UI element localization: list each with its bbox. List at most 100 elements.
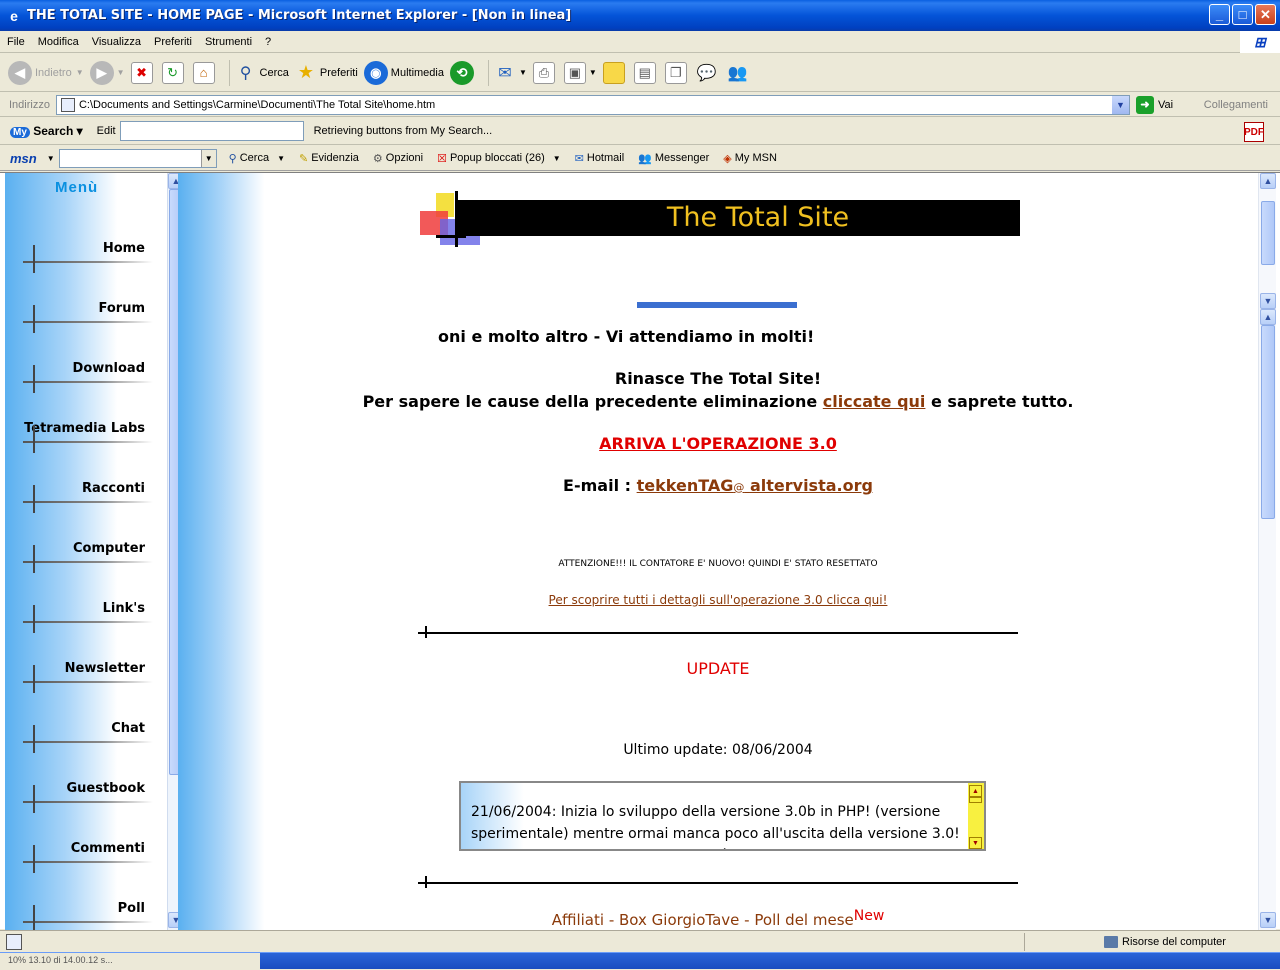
- sidebar-item-commenti[interactable]: Commenti: [23, 841, 163, 873]
- sidebar-item-poll[interactable]: Poll: [23, 901, 163, 930]
- divider: [418, 882, 1018, 884]
- affiliati-link[interactable]: Affiliati: [552, 911, 604, 929]
- sidebar-item-racconti[interactable]: Racconti: [23, 481, 163, 513]
- sidebar-item-computer[interactable]: Computer: [23, 541, 163, 573]
- maximize-button[interactable]: □: [1232, 4, 1253, 25]
- sidebar-item-download[interactable]: Download: [23, 361, 163, 393]
- menu-divider-tick: [33, 545, 35, 573]
- scrolling-marquee: oni e molto altro - Vi attendiamo in mol…: [438, 327, 815, 346]
- stop-icon: ✖: [130, 61, 153, 84]
- email-link[interactable]: tekkenTAG@ altervista.org: [637, 476, 873, 495]
- news-scrollbar[interactable]: ▲ ▼: [968, 783, 984, 849]
- operation-link[interactable]: ARRIVA L'OPERAZIONE 3.0: [599, 434, 837, 453]
- page-scroll-thumb-top[interactable]: [1261, 201, 1275, 265]
- history-button[interactable]: ⟲: [449, 60, 477, 85]
- news-date: 21/06/2004: [471, 804, 552, 820]
- discuss-button[interactable]: 💬: [696, 62, 721, 84]
- scroll-down-button[interactable]: ▼: [168, 912, 178, 928]
- mail-button[interactable]: ✉ ▼: [494, 62, 527, 84]
- scroll-up-button[interactable]: ▲: [168, 173, 178, 189]
- msn-options-button[interactable]: ⚙ Opzioni: [373, 152, 423, 165]
- edit-page-button[interactable]: ▣ ▼: [563, 61, 597, 84]
- address-input[interactable]: C:\Documents and Settings\Carmine\Docume…: [55, 94, 1130, 115]
- news-box[interactable]: 21/06/2004: Inizia lo sviluppo della ver…: [459, 781, 986, 851]
- folder-button[interactable]: [602, 61, 628, 84]
- back-arrow-icon: ◀: [8, 60, 32, 85]
- page-scroll-thumb[interactable]: [1261, 325, 1275, 519]
- research-button[interactable]: ▤: [633, 61, 659, 84]
- sidebar-item-newsletter[interactable]: Newsletter: [23, 661, 163, 693]
- close-button[interactable]: ✕: [1255, 4, 1276, 25]
- home-button[interactable]: ⌂: [192, 61, 218, 84]
- sidebar-item-tetramedia-labs[interactable]: Tetramedia Labs: [23, 421, 163, 453]
- mysearch-logo[interactable]: My Search ▾: [10, 124, 83, 138]
- msn-highlight-button[interactable]: ✎ Evidenzia: [299, 152, 359, 165]
- sidebar-item-guestbook[interactable]: Guestbook: [23, 781, 163, 813]
- chevron-down-icon: ▼: [552, 153, 561, 163]
- msn-popup-blocker-button[interactable]: ☒ Popup bloccati (26) ▼: [437, 152, 561, 165]
- zone-label: Risorse del computer: [1122, 935, 1226, 948]
- go-button[interactable]: ➜ Vai: [1135, 95, 1173, 114]
- star-icon: ★: [297, 62, 314, 82]
- menu-strumenti[interactable]: Strumenti: [198, 36, 258, 48]
- scroll-up-button[interactable]: ▲: [969, 785, 982, 797]
- sidebar-scroll-thumb[interactable]: [169, 189, 178, 775]
- favorites-button[interactable]: ★ Preferiti: [295, 62, 358, 84]
- scroll-down-button[interactable]: ▼: [969, 837, 982, 849]
- box-giorgiotave-link[interactable]: Box GiorgioTave: [619, 911, 739, 929]
- refresh-button[interactable]: ↻: [161, 61, 187, 84]
- menu-visualizza[interactable]: Visualizza: [85, 36, 147, 48]
- history-icon: ⟲: [449, 60, 474, 85]
- chevron-down-icon: ▼: [518, 68, 527, 77]
- messenger-users-icon: 👥: [727, 64, 748, 82]
- menu-preferiti[interactable]: Preferiti: [147, 36, 198, 48]
- details-link[interactable]: Per scoprire tutti i dettagli sull'opera…: [549, 593, 888, 607]
- scroll-up-button[interactable]: ▲: [1260, 309, 1276, 325]
- sidebar-scrollbar[interactable]: ▲ ▼: [167, 173, 178, 930]
- poll-del-mese-link[interactable]: Poll del mese: [754, 911, 853, 929]
- cause-link[interactable]: cliccate qui: [823, 392, 926, 411]
- msn-hotmail-button[interactable]: ✉ Hotmail: [575, 152, 625, 165]
- msn-logo[interactable]: msn: [10, 151, 37, 166]
- print-button[interactable]: ⎙: [532, 61, 558, 84]
- mysearch-input[interactable]: [119, 121, 304, 141]
- msn-search-button[interactable]: ⚲ Cerca ▼: [229, 152, 285, 165]
- back-button[interactable]: ◀ Indietro ▼: [8, 60, 84, 85]
- sidebar-item-links[interactable]: Link's: [23, 601, 163, 633]
- pdf-icon[interactable]: PDF: [1244, 122, 1264, 142]
- sidebar-item-label: Home: [102, 241, 145, 256]
- msn-mymsn-button[interactable]: ◈ My MSN: [723, 152, 777, 165]
- page-icon: [60, 97, 75, 112]
- scroll-up-button[interactable]: ▲: [1260, 173, 1276, 189]
- sidebar-item-forum[interactable]: Forum: [23, 301, 163, 333]
- media-button[interactable]: ◉ Multimedia: [363, 60, 444, 85]
- stop-button[interactable]: ✖: [130, 61, 156, 84]
- news-scroll-thumb[interactable]: [969, 797, 982, 803]
- button-strip[interactable]: [636, 301, 798, 309]
- options-icon: ⚙: [372, 152, 383, 165]
- links-button[interactable]: Collegamenti: [1204, 99, 1268, 111]
- forward-button[interactable]: ▶ ▼: [89, 60, 125, 85]
- minimize-button[interactable]: _: [1209, 4, 1230, 25]
- copy-button[interactable]: ❐: [664, 61, 690, 84]
- menu-file[interactable]: File: [0, 36, 31, 48]
- menu-divider: [23, 441, 153, 443]
- sidebar-item-home[interactable]: Home: [23, 241, 163, 273]
- sidebar-title: Menù: [55, 179, 99, 196]
- msn-search-dropdown[interactable]: ▼: [200, 149, 216, 167]
- address-dropdown-button[interactable]: ▼: [1111, 95, 1129, 114]
- search-button[interactable]: ⚲ Cerca: [235, 62, 289, 84]
- status-separator: [1024, 933, 1025, 951]
- messenger-button[interactable]: 👥: [727, 62, 752, 84]
- msn-search-input[interactable]: ▼: [58, 148, 217, 168]
- menu-modifica[interactable]: Modifica: [31, 36, 85, 48]
- sidebar-item-chat[interactable]: Chat: [23, 721, 163, 753]
- menu-divider-tick: [33, 845, 35, 873]
- menu-help[interactable]: ?: [258, 36, 277, 48]
- msn-messenger-button[interactable]: 👥 Messenger: [638, 152, 709, 165]
- scroll-down-button[interactable]: ▼: [1260, 293, 1276, 309]
- cause-prefix: Per sapere le cause della precedente eli…: [362, 392, 818, 411]
- page-scrollbar[interactable]: ▲ ▼ ▲ ▼: [1258, 173, 1276, 930]
- menu-divider: [23, 621, 153, 623]
- scroll-down-button[interactable]: ▼: [1260, 912, 1276, 928]
